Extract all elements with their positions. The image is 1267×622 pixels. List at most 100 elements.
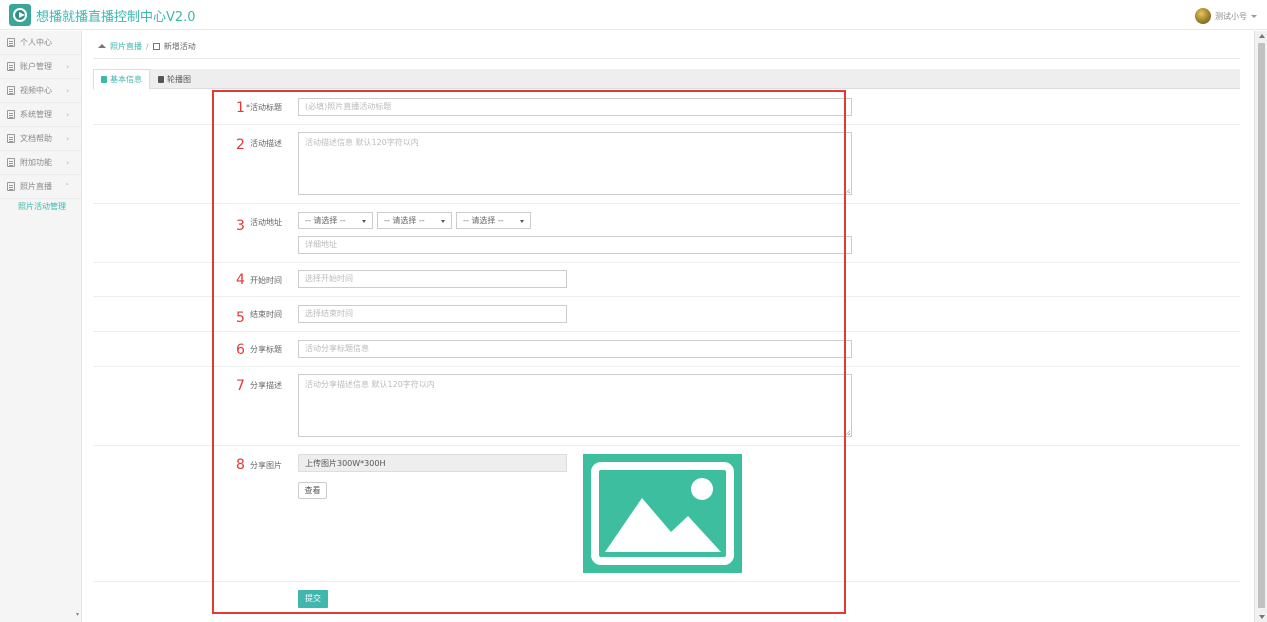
annotation-number: 5 (236, 310, 245, 326)
sidebar-item-account-management[interactable]: 账户管理 › (0, 55, 81, 79)
sidebar-item-photo-live[interactable]: 照片直播 ˅ (0, 175, 81, 199)
district-select[interactable]: -- 请选择 -- (456, 212, 531, 229)
divider (93, 124, 1240, 125)
sidebar-item-label: 附加功能 (20, 158, 52, 167)
divider (93, 58, 1240, 59)
document-icon (7, 182, 15, 191)
divider (93, 296, 1240, 297)
breadcrumb-current: 新增活动 (163, 42, 196, 51)
page-scrollbar[interactable] (1254, 31, 1267, 622)
start-time-input[interactable]: 选择开始时间 (298, 270, 567, 288)
start-time-label: 开始时间 (250, 276, 282, 285)
description-textarea[interactable]: 活动描述信息 默认120字符以内 (298, 132, 852, 195)
tab-carousel[interactable]: 轮播图 (151, 69, 198, 89)
annotation-number: 2 (236, 137, 245, 153)
select-value: -- 请选择 -- (463, 216, 504, 225)
caret-down-icon (520, 220, 524, 223)
annotation-number: 1 (236, 100, 245, 116)
chevron-right-icon: › (66, 135, 69, 143)
sidebar-item-label: 照片直播 (20, 182, 52, 191)
title-input[interactable]: (必填)照片直播活动标题 (298, 98, 852, 116)
chevron-right-icon: › (66, 111, 69, 119)
breadcrumb: 照片直播 / 新增活动 (98, 41, 196, 52)
annotation-number: 7 (236, 378, 245, 394)
sidebar-item-label: 文档帮助 (20, 134, 52, 143)
chevron-right-icon: › (66, 159, 69, 167)
share-title-label: 分享标题 (250, 345, 282, 354)
share-image-label: 分享图片 (250, 461, 282, 470)
province-select[interactable]: -- 请选择 -- (298, 212, 373, 229)
address-detail-input[interactable]: 详细地址 (298, 236, 852, 254)
divider (93, 366, 1240, 367)
user-menu[interactable]: 测试小号 (1195, 8, 1257, 24)
sidebar-scroll-down-icon[interactable]: ▾ (76, 611, 79, 618)
document-icon (7, 38, 15, 47)
description-placeholder: 活动描述信息 默认120字符以内 (305, 138, 419, 147)
sidebar-item-documentation-help[interactable]: 文档帮助 › (0, 127, 81, 151)
end-time-input[interactable]: 选择结束时间 (298, 305, 567, 323)
sidebar-item-extra-features[interactable]: 附加功能 › (0, 151, 81, 175)
copy-icon (158, 75, 164, 83)
resize-handle-icon[interactable] (845, 430, 850, 435)
sidebar-item-system-management[interactable]: 系统管理 › (0, 103, 81, 127)
sidebar-subitem-photo-activity-management[interactable]: 照片活动管理 (0, 199, 81, 213)
sidebar: 个人中心 账户管理 › 视频中心 › 系统管理 › 文档帮助 › 附加功能 › … (0, 31, 82, 622)
description-label: 活动描述 (250, 139, 282, 148)
image-placeholder-icon (583, 454, 742, 573)
scroll-down-icon[interactable] (1259, 615, 1265, 619)
chevron-right-icon: › (66, 87, 69, 95)
sidebar-item-label: 账户管理 (20, 62, 52, 71)
end-time-label: 结束时间 (250, 310, 282, 319)
chevron-down-icon: ˅ (65, 183, 70, 191)
share-description-placeholder: 活动分享描述信息 默认120字符以内 (305, 380, 435, 389)
sidebar-item-video-center[interactable]: 视频中心 › (0, 79, 81, 103)
app-logo-icon (9, 4, 31, 26)
document-icon (7, 62, 15, 71)
top-bar: 想播就播直播控制中心V2.0 测试小号 (0, 0, 1267, 30)
sidebar-item-label: 视频中心 (20, 86, 52, 95)
title-label: *活动标题 (246, 103, 282, 112)
select-value: -- 请选择 -- (384, 216, 425, 225)
annotation-number: 3 (236, 218, 245, 234)
chevron-right-icon: › (66, 63, 69, 71)
home-icon (98, 43, 106, 48)
chevron-down-icon (1251, 14, 1257, 18)
list-icon (152, 43, 160, 50)
divider (93, 203, 1240, 204)
user-name: 测试小号 (1215, 11, 1247, 21)
annotation-number: 4 (236, 272, 245, 288)
view-image-button[interactable]: 查看 (298, 482, 327, 499)
tab-label: 基本信息 (110, 75, 142, 84)
tab-basic-info[interactable]: 基本信息 (93, 69, 150, 90)
address-label: 活动地址 (250, 218, 282, 227)
divider (93, 331, 1240, 332)
avatar (1195, 8, 1211, 24)
submit-button[interactable]: 提交 (298, 590, 328, 608)
document-icon (7, 86, 15, 95)
annotation-number: 6 (236, 342, 245, 358)
city-select[interactable]: -- 请选择 -- (377, 212, 452, 229)
select-value: -- 请选择 -- (305, 216, 346, 225)
sidebar-item-label: 系统管理 (20, 110, 52, 119)
app-title: 想播就播直播控制中心V2.0 (36, 10, 196, 25)
divider (93, 445, 1240, 446)
annotation-number: 8 (236, 457, 245, 473)
share-title-input[interactable]: 活动分享标题信息 (298, 340, 852, 358)
divider (93, 262, 1240, 263)
share-image-upload-field[interactable]: 上传图片300W*300H (298, 454, 567, 472)
share-description-textarea[interactable]: 活动分享描述信息 默认120字符以内 (298, 374, 852, 437)
document-icon (7, 134, 15, 143)
sidebar-item-label: 个人中心 (20, 38, 52, 47)
tab-bar: 基本信息 轮播图 (93, 69, 1240, 90)
breadcrumb-separator: / (146, 42, 149, 51)
resize-handle-icon[interactable] (845, 188, 850, 193)
scroll-up-icon[interactable] (1259, 34, 1265, 38)
copy-icon (101, 76, 107, 83)
sidebar-item-personal-center[interactable]: 个人中心 (0, 31, 81, 55)
document-icon (7, 110, 15, 119)
scrollbar-thumb[interactable] (1258, 43, 1265, 608)
share-description-label: 分享描述 (250, 381, 282, 390)
divider (93, 581, 1240, 582)
tab-label: 轮播图 (167, 74, 191, 84)
breadcrumb-link-photo-live[interactable]: 照片直播 (110, 41, 142, 52)
